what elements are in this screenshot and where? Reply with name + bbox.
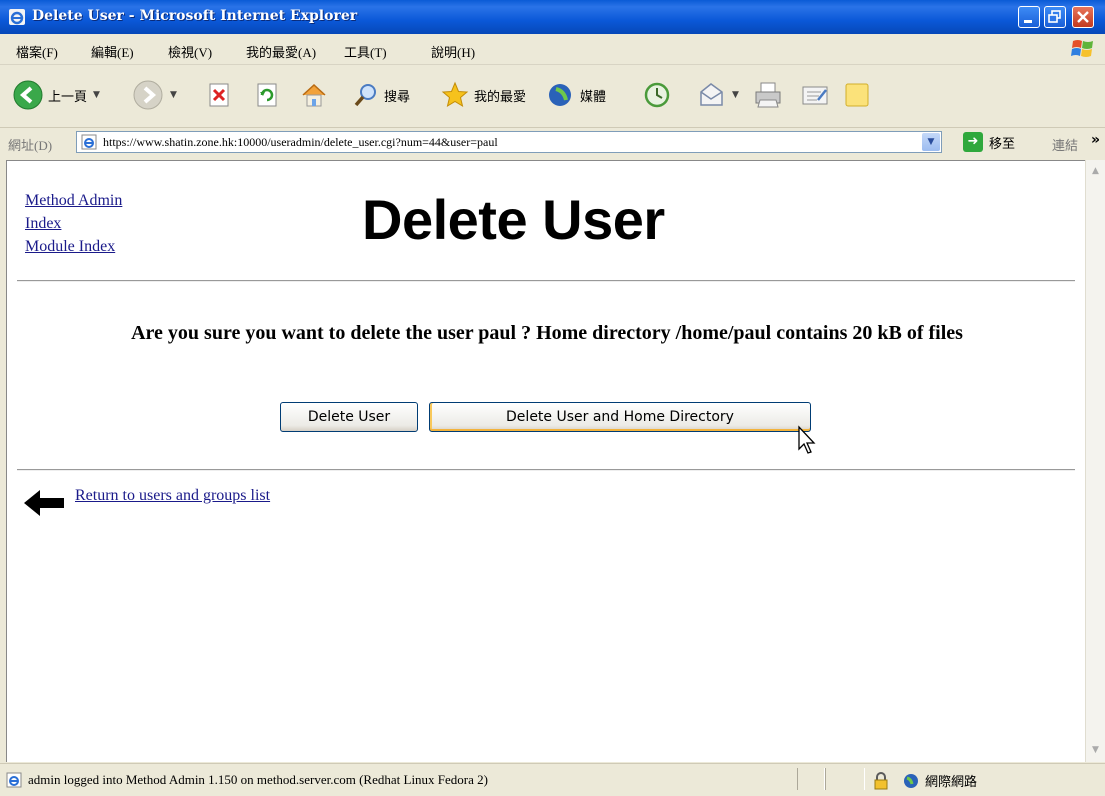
menu-view[interactable]: 檢視(V)	[168, 42, 212, 61]
window-title: Delete User - Microsoft Internet Explore…	[32, 8, 358, 24]
links-toolbar[interactable]: 連結	[1052, 135, 1078, 154]
favorites-button[interactable]: 我的最愛	[440, 78, 526, 112]
return-row: Return to users and groups list	[23, 487, 270, 517]
history-button[interactable]	[642, 78, 672, 112]
favorites-star-icon	[441, 81, 469, 108]
nav-links: Method Admin Index Module Index	[25, 189, 122, 258]
forward-button[interactable]: ▼	[132, 78, 177, 112]
mail-icon	[700, 83, 723, 106]
address-label: 網址(D)	[8, 138, 53, 153]
vertical-scrollbar[interactable]: ▲ ▼	[1085, 160, 1105, 762]
history-icon	[644, 82, 670, 108]
status-pane	[825, 768, 865, 790]
dropdown-arrow-icon: ▼	[732, 90, 739, 100]
search-icon	[354, 84, 376, 107]
refresh-button[interactable]	[253, 78, 281, 112]
ie-page-icon	[6, 772, 22, 788]
menu-tools[interactable]: 工具(T)	[344, 42, 387, 61]
return-link[interactable]: Return to users and groups list	[75, 487, 270, 505]
media-button[interactable]: 媒體	[546, 78, 606, 112]
back-arrow-icon	[13, 80, 43, 110]
dropdown-arrow-icon: ▼	[170, 90, 177, 100]
menu-help[interactable]: 說明(H)	[431, 42, 475, 61]
minimize-button[interactable]	[1018, 6, 1040, 28]
restore-button[interactable]	[1044, 6, 1066, 28]
menu-favorites[interactable]: 我的最愛(A)	[246, 42, 316, 61]
minimize-icon	[1024, 20, 1032, 23]
back-button[interactable]: 上一頁 ▼	[12, 78, 100, 112]
notes-button[interactable]	[842, 78, 872, 112]
confirm-question: Are you sure you want to delete the user…	[131, 322, 963, 344]
link-module-index[interactable]: Module Index	[25, 235, 122, 258]
close-icon	[1077, 11, 1089, 23]
link-index[interactable]: Index	[25, 212, 122, 235]
edit-button[interactable]	[800, 78, 830, 112]
menu-edit[interactable]: 編輯(E)	[91, 42, 134, 61]
divider	[17, 469, 1075, 471]
title-bar: Delete User - Microsoft Internet Explore…	[0, 0, 1105, 34]
menu-file[interactable]: 檔案(F)	[16, 42, 58, 61]
internet-globe-icon	[904, 773, 918, 788]
dropdown-arrow-icon: ▼	[93, 90, 100, 100]
divider	[17, 280, 1075, 282]
print-icon	[755, 82, 781, 108]
print-button[interactable]	[752, 78, 784, 112]
ie-page-icon	[81, 134, 97, 150]
stop-button[interactable]	[205, 78, 233, 112]
address-dropdown-icon[interactable]: ▼	[922, 133, 940, 151]
security-zone: 網際網路	[903, 771, 977, 790]
media-icon	[549, 84, 571, 106]
toolbar: 上一頁 ▼ ▼ 搜尋 我的最愛 媒體 ▼	[0, 65, 1105, 128]
mail-button[interactable]: ▼	[696, 78, 739, 112]
page-content: Method Admin Index Module Index Delete U…	[6, 160, 1085, 762]
lock-icon	[874, 772, 888, 790]
menu-bar: 檔案(F) 編輯(E) 檢視(V) 我的最愛(A) 工具(T) 說明(H)	[0, 34, 1105, 65]
status-pane	[797, 768, 825, 790]
ie-window-icon	[9, 9, 25, 25]
delete-user-button[interactable]: Delete User	[280, 402, 418, 432]
forward-arrow-icon	[133, 80, 163, 110]
link-method-admin[interactable]: Method Admin	[25, 189, 122, 212]
go-button[interactable]: ➜ 移至	[963, 132, 1015, 152]
stop-icon	[209, 83, 229, 107]
scroll-up-icon[interactable]: ▲	[1088, 164, 1103, 179]
address-bar: 網址(D) https://www.shatin.zone.hk:10000/u…	[0, 128, 1105, 158]
back-arrow-icon[interactable]	[23, 489, 65, 517]
scroll-down-icon[interactable]: ▼	[1088, 743, 1103, 758]
search-button[interactable]: 搜尋	[352, 78, 410, 112]
address-url: https://www.shatin.zone.hk:10000/useradm…	[103, 135, 498, 149]
sticky-note-icon	[845, 83, 869, 107]
home-button[interactable]	[299, 78, 329, 112]
home-icon	[302, 83, 326, 107]
windows-logo-icon	[1071, 40, 1093, 57]
status-bar: admin logged into Method Admin 1.150 on …	[0, 763, 1105, 796]
edit-page-icon	[802, 86, 828, 105]
mouse-cursor-icon	[798, 425, 816, 454]
page-title: Delete User	[362, 188, 665, 251]
address-field[interactable]: https://www.shatin.zone.hk:10000/useradm…	[76, 131, 942, 153]
delete-user-and-home-button[interactable]: Delete User and Home Directory	[429, 402, 811, 432]
go-arrow-icon: ➜	[963, 132, 983, 152]
refresh-icon	[257, 83, 277, 107]
restore-icon	[1048, 10, 1061, 23]
chevron-right-icon[interactable]: »	[1091, 132, 1100, 148]
status-text: admin logged into Method Admin 1.150 on …	[28, 772, 488, 787]
close-button[interactable]	[1072, 6, 1094, 28]
